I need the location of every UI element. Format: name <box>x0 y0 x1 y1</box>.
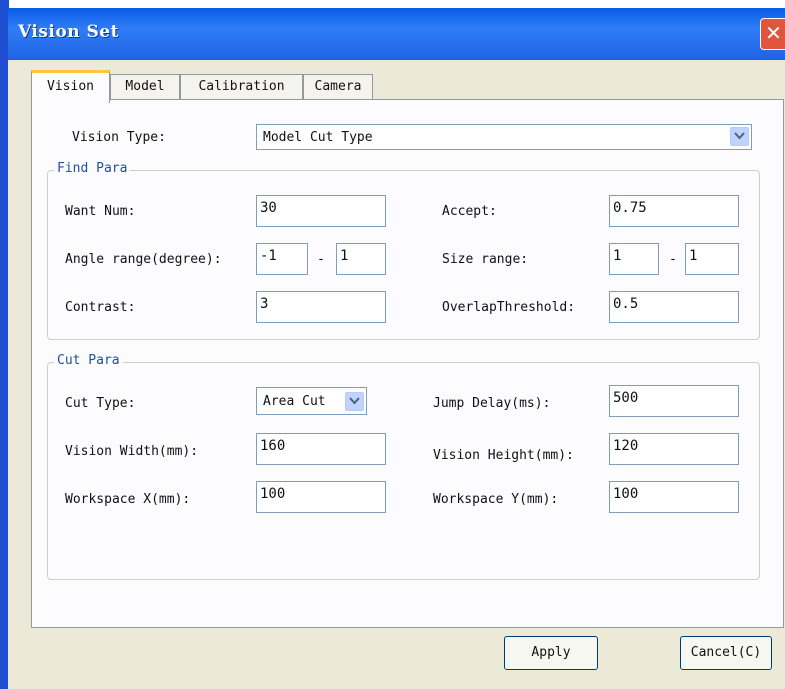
jump-delay-label: Jump Delay(ms): <box>433 396 551 411</box>
workspace-x-label: Workspace X(mm): <box>65 492 191 507</box>
contrast-input[interactable]: 3 <box>256 291 386 323</box>
chevron-down-icon[interactable] <box>345 392 364 411</box>
close-button[interactable]: ✕ <box>760 18 785 50</box>
cancel-button[interactable]: Cancel(C) <box>680 636 772 670</box>
tab-camera-label: Camera <box>314 79 362 94</box>
tab-vision-label: Vision <box>47 79 94 94</box>
tab-calibration[interactable]: Calibration <box>180 74 303 99</box>
chevron-down-icon[interactable] <box>730 127 749 146</box>
tab-vision[interactable]: Vision <box>31 70 110 103</box>
workspace-y-label: Workspace Y(mm): <box>433 492 559 507</box>
accept-input[interactable]: 0.75 <box>609 195 739 227</box>
workspace-y-input[interactable]: 100 <box>609 481 739 513</box>
cut-para-group: Cut Para Cut Type: Area Cut Jump Delay(m… <box>47 353 760 580</box>
cut-type-value: Area Cut <box>263 394 326 409</box>
want-num-input[interactable]: 30 <box>256 195 386 227</box>
jump-delay-input[interactable]: 500 <box>609 385 739 417</box>
find-para-group: Find Para Want Num: 30 Accept: 0.75 Angl… <box>47 161 760 340</box>
vision-type-value: Model Cut Type <box>263 130 373 145</box>
apply-button[interactable]: Apply <box>504 636 598 670</box>
tab-calibration-label: Calibration <box>198 79 285 94</box>
vision-width-input[interactable]: 160 <box>256 433 386 465</box>
cut-type-select[interactable]: Area Cut <box>256 387 367 415</box>
size-range-dash: - <box>669 252 677 267</box>
vision-height-label: Vision Height(mm): <box>433 448 574 463</box>
accept-label: Accept: <box>442 204 497 219</box>
vision-type-label: Vision Type: <box>72 130 166 145</box>
tab-model-label: Model <box>125 79 165 94</box>
angle-range-dash: - <box>317 252 325 267</box>
contrast-label: Contrast: <box>65 300 136 315</box>
vision-type-select[interactable]: Model Cut Type <box>256 124 752 150</box>
close-icon: ✕ <box>765 21 782 45</box>
angle-range-label: Angle range(degree): <box>65 252 222 267</box>
vision-width-label: Vision Width(mm): <box>65 444 199 459</box>
want-num-label: Want Num: <box>65 204 136 219</box>
workspace-x-input[interactable]: 100 <box>256 481 386 513</box>
cut-para-legend: Cut Para <box>54 353 123 368</box>
window-title: Vision Set <box>18 22 119 42</box>
tab-model[interactable]: Model <box>110 74 180 99</box>
vision-set-dialog: Vision Set ✕ Vision Model Calibration Ca… <box>8 8 785 689</box>
overlap-threshold-label: OverlapThreshold: <box>442 300 576 315</box>
angle-range-min-input[interactable]: -1 <box>256 243 308 275</box>
vision-height-input[interactable]: 120 <box>609 433 739 465</box>
find-para-legend: Find Para <box>54 161 131 176</box>
angle-range-max-input[interactable]: 1 <box>336 243 386 275</box>
tab-panel-vision: Vision Type: Model Cut Type Find Para Wa… <box>31 99 784 628</box>
size-range-label: Size range: <box>442 252 529 267</box>
tab-camera[interactable]: Camera <box>303 74 373 99</box>
title-bar[interactable]: Vision Set ✕ <box>8 8 785 60</box>
size-range-min-input[interactable]: 1 <box>609 243 659 275</box>
cut-type-label: Cut Type: <box>65 396 136 411</box>
size-range-max-input[interactable]: 1 <box>685 243 739 275</box>
overlap-threshold-input[interactable]: 0.5 <box>609 291 739 323</box>
